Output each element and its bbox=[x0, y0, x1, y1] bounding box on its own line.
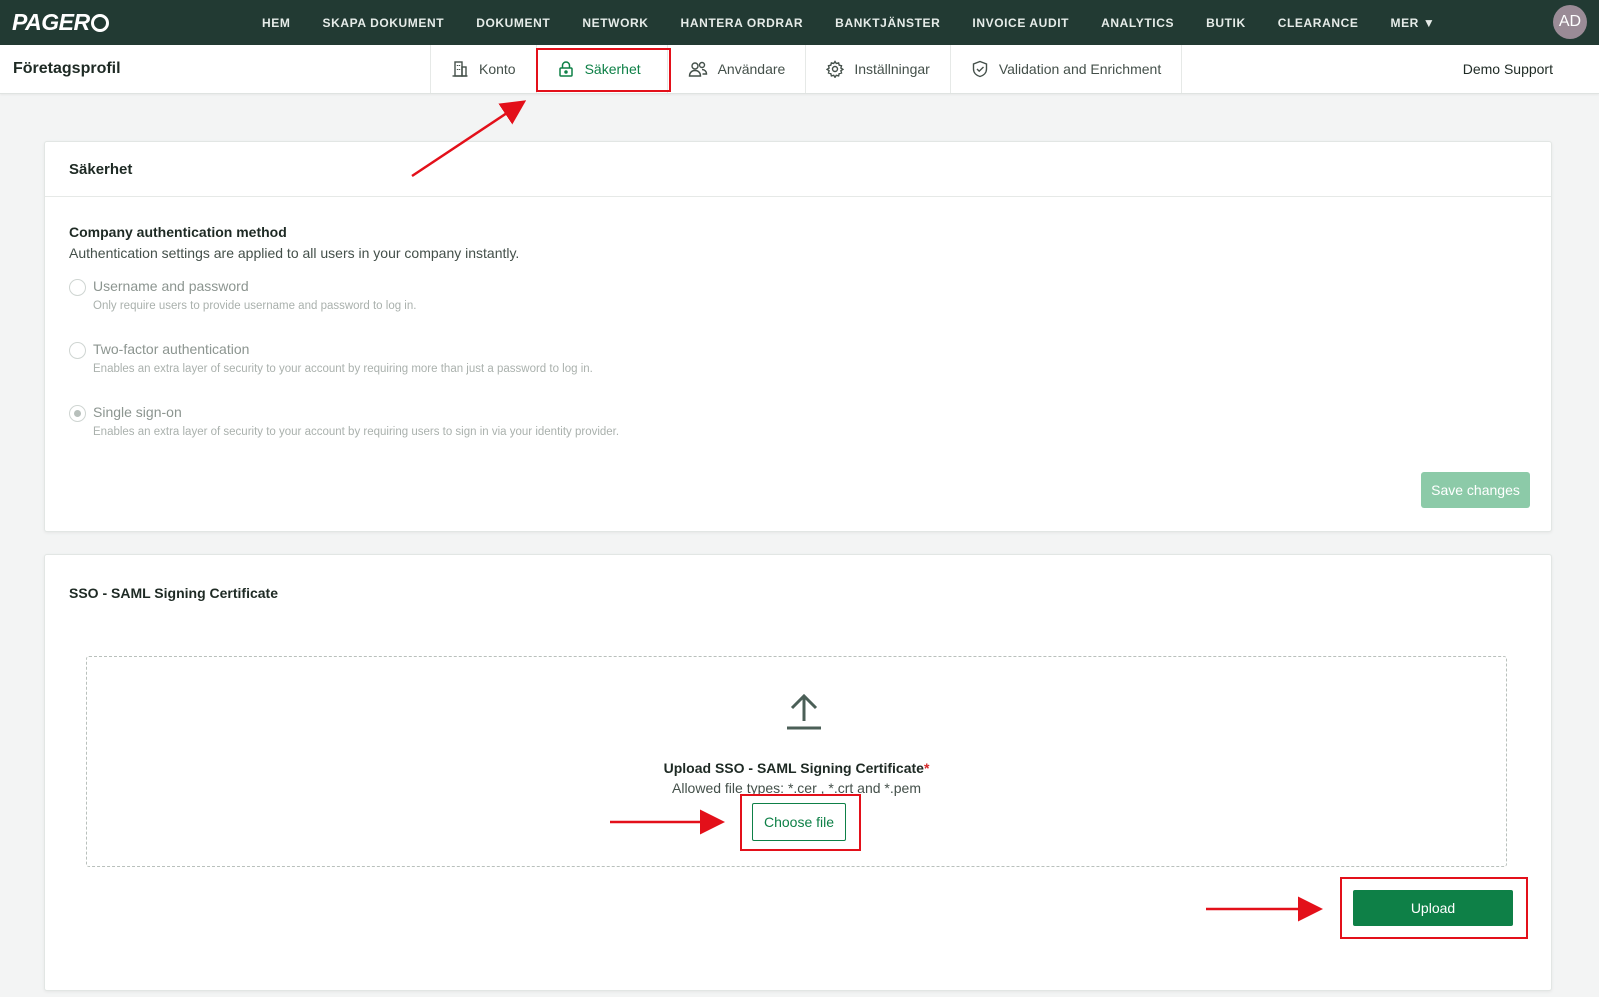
main-nav: HEM SKAPA DOKUMENT DOKUMENT NETWORK HANT… bbox=[246, 0, 1451, 45]
upload-icon bbox=[787, 693, 821, 730]
sso-heading: SSO - SAML Signing Certificate bbox=[69, 585, 278, 601]
top-navbar: PAGER HEM SKAPA DOKUMENT DOKUMENT NETWOR… bbox=[0, 0, 1599, 45]
option-label: Single sign-on bbox=[93, 404, 182, 420]
option-description: Enables an extra layer of security to yo… bbox=[93, 363, 593, 375]
gear-icon bbox=[826, 60, 845, 78]
tab-validation-enrichment[interactable]: Validation and Enrichment bbox=[949, 45, 1183, 93]
tab-label: Användare bbox=[717, 61, 786, 77]
tab-label: Säkerhet bbox=[584, 61, 641, 77]
profile-tabs: Konto Säkerhet Användare Inställningar V… bbox=[430, 45, 1183, 93]
users-icon bbox=[688, 61, 707, 77]
radio-button-selected[interactable] bbox=[69, 405, 86, 422]
tab-label: Konto bbox=[479, 61, 516, 77]
option-description: Only require users to provide username a… bbox=[93, 300, 417, 312]
tab-anvandare[interactable]: Användare bbox=[666, 45, 806, 93]
nav-item-analytics[interactable]: ANALYTICS bbox=[1101, 16, 1174, 30]
nav-item-butik[interactable]: BUTIK bbox=[1206, 16, 1246, 30]
radio-button[interactable] bbox=[69, 342, 86, 359]
nav-item-invoice-audit[interactable]: INVOICE AUDIT bbox=[972, 16, 1069, 30]
avatar[interactable]: AD bbox=[1553, 5, 1587, 39]
nav-item-hantera-ordrar[interactable]: HANTERA ORDRAR bbox=[681, 16, 804, 30]
nav-item-dokument[interactable]: DOKUMENT bbox=[476, 16, 550, 30]
lock-icon bbox=[558, 61, 573, 77]
current-user[interactable]: Demo Support bbox=[1463, 61, 1553, 77]
tab-sakerhet[interactable]: Säkerhet bbox=[535, 45, 667, 93]
building-icon bbox=[452, 61, 468, 77]
radio-button[interactable] bbox=[69, 279, 86, 296]
pagero-logo[interactable]: PAGER bbox=[12, 9, 109, 36]
tab-installningar[interactable]: Inställningar bbox=[805, 45, 950, 93]
nav-item-clearance[interactable]: CLEARANCE bbox=[1278, 16, 1359, 30]
file-dropzone[interactable]: Upload SSO - SAML Signing Certificate* A… bbox=[86, 656, 1507, 867]
nav-item-mer[interactable]: MER ▼ bbox=[1390, 16, 1435, 30]
upload-title: Upload SSO - SAML Signing Certificate* bbox=[87, 760, 1506, 776]
option-description: Enables an extra layer of security to yo… bbox=[93, 426, 620, 438]
tab-konto[interactable]: Konto bbox=[430, 45, 536, 93]
auth-option-single-sign-on[interactable]: Single sign-on Enables an extra layer of… bbox=[69, 404, 619, 438]
tab-label: Validation and Enrichment bbox=[998, 61, 1162, 77]
option-label: Username and password bbox=[93, 278, 249, 294]
nav-item-hem[interactable]: HEM bbox=[262, 16, 290, 30]
save-changes-button[interactable]: Save changes bbox=[1421, 472, 1530, 508]
sso-certificate-card: SSO - SAML Signing Certificate Upload SS… bbox=[44, 554, 1552, 991]
required-mark: * bbox=[923, 760, 930, 776]
auth-method-title: Company authentication method bbox=[69, 224, 287, 240]
security-heading: Säkerhet bbox=[45, 142, 1551, 197]
security-card: Säkerhet Company authentication method A… bbox=[44, 141, 1552, 532]
nav-item-banktjanster[interactable]: BANKTJÄNSTER bbox=[835, 16, 940, 30]
choose-file-button[interactable]: Choose file bbox=[752, 803, 846, 841]
upload-button[interactable]: Upload bbox=[1353, 890, 1513, 926]
tab-label: Inställningar bbox=[854, 61, 930, 77]
auth-option-two-factor[interactable]: Two-factor authentication Enables an ext… bbox=[69, 341, 593, 375]
nav-item-skapa-dokument[interactable]: SKAPA DOKUMENT bbox=[322, 16, 444, 30]
auth-method-subtitle: Authentication settings are applied to a… bbox=[69, 245, 520, 261]
allowed-file-types: Allowed file types: *.cer , *.crt and *.… bbox=[672, 780, 921, 796]
auth-option-username-password[interactable]: Username and password Only require users… bbox=[69, 278, 416, 312]
nav-item-network[interactable]: NETWORK bbox=[582, 16, 648, 30]
option-label: Two-factor authentication bbox=[93, 341, 250, 357]
page-title: Företagsprofil bbox=[13, 60, 121, 77]
profile-subnav: Företagsprofil Konto Säkerhet Användare … bbox=[0, 45, 1599, 94]
shield-check-icon bbox=[972, 60, 988, 78]
upload-title-text: Upload SSO - SAML Signing Certificate bbox=[663, 760, 924, 776]
